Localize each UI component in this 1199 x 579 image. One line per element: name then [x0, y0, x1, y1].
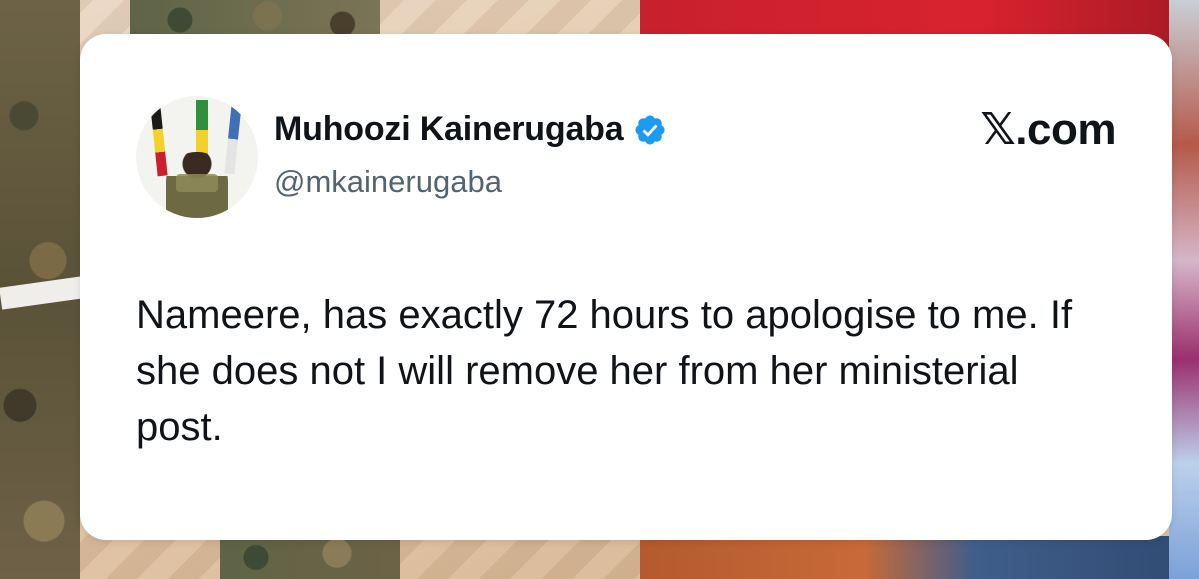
tweet-card: Muhoozi Kainerugaba @mkainerugaba 𝕏.com … [80, 34, 1172, 540]
avatar-flag-right [224, 103, 242, 175]
verified-badge-icon [633, 113, 667, 147]
avatar-emblem [176, 174, 218, 192]
site-label: 𝕏.com [980, 105, 1116, 154]
tweet-text: Nameere, has exactly 72 hours to apologi… [136, 293, 1073, 449]
author-name-row: Muhoozi Kainerugaba [274, 110, 667, 149]
background-right-strip [1169, 0, 1199, 579]
avatar-flag-center [196, 100, 208, 160]
background-camouflage-bottom [220, 536, 400, 579]
background-bottom-right-image [640, 536, 1199, 579]
avatar[interactable] [136, 96, 258, 218]
avatar-flag-left [150, 105, 168, 177]
author-name[interactable]: Muhoozi Kainerugaba [274, 110, 624, 149]
author-handle[interactable]: @mkainerugaba [274, 164, 502, 200]
